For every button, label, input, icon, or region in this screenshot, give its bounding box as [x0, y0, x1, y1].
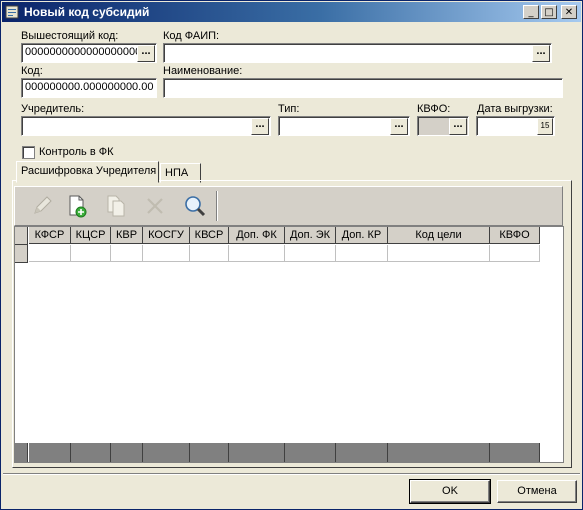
- parent-code-value: 0000000000000000000: [25, 46, 142, 58]
- column-header-dop-ek[interactable]: Доп. ЭК: [285, 227, 336, 244]
- close-button[interactable]: ✕: [561, 5, 577, 19]
- code-field[interactable]: 000000000.000000000.00: [21, 78, 157, 98]
- column-header-kvsr[interactable]: КВСР: [190, 227, 229, 244]
- table-cell[interactable]: [71, 245, 111, 262]
- code-value: 000000000.000000000.00: [25, 81, 154, 93]
- toolbar-separator: [216, 191, 218, 221]
- footer-row-selector: [15, 443, 28, 462]
- grid-toolbar: [14, 186, 563, 226]
- delete-icon[interactable]: [142, 193, 168, 219]
- table-cell[interactable]: [285, 245, 336, 262]
- tab-founder-breakdown[interactable]: Расшифровка Учредителя: [16, 161, 159, 183]
- column-header-goal-code[interactable]: Код цели: [388, 227, 490, 244]
- kvfo-lookup-button[interactable]: ...: [449, 118, 467, 135]
- footer-cell: [388, 443, 490, 462]
- title-bar[interactable]: Новый код субсидий _ □ ✕: [2, 2, 581, 22]
- name-field[interactable]: [163, 78, 563, 98]
- data-grid[interactable]: КФСР КЦСР КВР КОСГУ КВСР Доп. ФК Доп. ЭК…: [14, 226, 564, 463]
- add-document-icon[interactable]: [64, 193, 90, 219]
- footer-cell: [336, 443, 388, 462]
- footer-cell: [29, 443, 71, 462]
- table-cell[interactable]: [143, 245, 190, 262]
- dialog-window: Новый код субсидий _ □ ✕ Вышестоящий код…: [0, 0, 583, 510]
- footer-cell: [143, 443, 190, 462]
- table-cell[interactable]: [111, 245, 143, 262]
- footer-divider: [3, 473, 580, 475]
- footer-cell: [285, 443, 336, 462]
- ok-button[interactable]: OK: [409, 479, 491, 504]
- code-label: Код:: [21, 65, 43, 77]
- grid-corner: [15, 227, 28, 245]
- table-cell[interactable]: [190, 245, 229, 262]
- fk-control-checkbox[interactable]: [22, 146, 35, 159]
- fk-control-label: Контроль в ФК: [39, 146, 114, 158]
- parent-code-lookup-button[interactable]: ...: [137, 45, 155, 62]
- table-cell[interactable]: [336, 245, 388, 262]
- row-selector[interactable]: [15, 245, 28, 263]
- faip-code-field[interactable]: ...: [163, 43, 552, 63]
- faip-code-lookup-button[interactable]: ...: [532, 45, 550, 62]
- column-header-kvfo[interactable]: КВФО: [490, 227, 540, 244]
- kvfo-label: КВФО:: [417, 103, 451, 115]
- founder-label: Учредитель:: [21, 103, 85, 115]
- column-header-dop-fk[interactable]: Доп. ФК: [229, 227, 285, 244]
- cancel-button[interactable]: Отмена: [497, 480, 577, 503]
- column-header-dop-kr[interactable]: Доп. КР: [336, 227, 388, 244]
- edit-icon[interactable]: [29, 193, 55, 219]
- founder-lookup-button[interactable]: ...: [251, 118, 269, 135]
- founder-field[interactable]: ...: [21, 116, 271, 136]
- kvfo-field[interactable]: ...: [417, 116, 469, 136]
- window-title: Новый код субсидий: [24, 5, 150, 19]
- calendar-icon[interactable]: 15: [537, 118, 553, 135]
- parent-code-label: Вышестоящий код:: [21, 30, 119, 42]
- footer-cell: [229, 443, 285, 462]
- column-header-kfsr[interactable]: КФСР: [29, 227, 71, 244]
- footer-cell: [71, 443, 111, 462]
- export-date-label: Дата выгрузки:: [477, 103, 553, 115]
- parent-code-field[interactable]: 0000000000000000000 ...: [21, 43, 157, 63]
- maximize-button[interactable]: □: [541, 5, 557, 19]
- table-cell[interactable]: [388, 245, 490, 262]
- export-date-field[interactable]: 15: [476, 116, 555, 136]
- footer-cell: [490, 443, 540, 462]
- footer-cell: [190, 443, 229, 462]
- column-header-kcsr[interactable]: КЦСР: [71, 227, 111, 244]
- name-label: Наименование:: [163, 65, 243, 77]
- table-cell[interactable]: [29, 245, 71, 262]
- type-lookup-button[interactable]: ...: [390, 118, 408, 135]
- copy-document-icon[interactable]: [103, 193, 129, 219]
- type-field[interactable]: ...: [278, 116, 410, 136]
- column-header-kvr[interactable]: КВР: [111, 227, 143, 244]
- column-header-kosgu[interactable]: КОСГУ: [143, 227, 190, 244]
- app-icon: [5, 5, 19, 19]
- faip-code-label: Код ФАИП:: [163, 30, 220, 42]
- find-icon[interactable]: [182, 193, 208, 219]
- type-label: Тип:: [278, 103, 300, 115]
- table-cell[interactable]: [490, 245, 540, 262]
- footer-cell: [111, 443, 143, 462]
- minimize-button[interactable]: _: [523, 5, 539, 19]
- table-cell[interactable]: [229, 245, 285, 262]
